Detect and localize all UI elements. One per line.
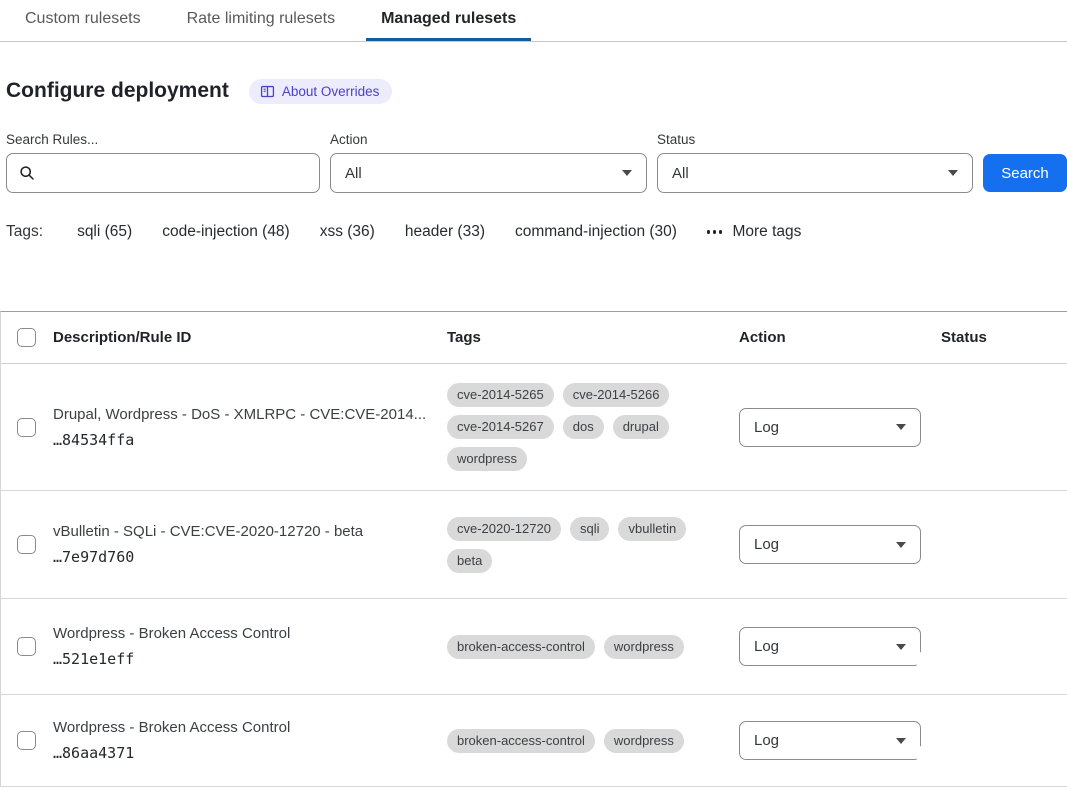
table-row: vBulletin - SQLi - CVE:CVE-2020-12720 - … [1,491,1067,599]
chevron-down-icon [622,170,632,176]
rule-id: …521e1eff [53,650,447,668]
action-select-value: Log [754,536,779,553]
tag-filter-code-injection[interactable]: code-injection (48) [162,223,290,241]
check-icon [948,734,961,747]
search-input[interactable] [44,154,319,192]
row-checkbox[interactable] [17,418,36,437]
toggle-knob [916,650,938,672]
action-filter-value: All [345,165,362,182]
search-icon [19,165,35,181]
row-checkbox[interactable] [17,535,36,554]
tab-bar: Custom rulesets Rate limiting rulesets M… [0,0,1067,42]
page-title: Configure deployment [6,78,229,104]
action-filter-select[interactable]: All [330,153,647,193]
toggle-knob [916,744,938,766]
tag-filter-xss[interactable]: xss (36) [320,223,375,241]
tags-bar-label: Tags: [6,223,43,241]
table-body: Drupal, Wordpress - DoS - XMLRPC - CVE:C… [1,364,1067,787]
about-overrides-link[interactable]: About Overrides [249,79,393,104]
action-select[interactable]: Log [739,721,921,760]
rule-description: Wordpress - Broken Access Control [53,719,447,736]
select-all-checkbox[interactable] [17,328,36,347]
tag-filter-command-injection[interactable]: command-injection (30) [515,223,677,241]
row-checkbox[interactable] [17,637,36,656]
table-row: Drupal, Wordpress - DoS - XMLRPC - CVE:C… [1,364,1067,491]
tag-filter-sqli[interactable]: sqli (65) [77,223,132,241]
table-row: Wordpress - Broken Access Control …86aa4… [1,695,1067,787]
chevron-down-icon [896,738,906,744]
tag-pills: broken-access-control wordpress [447,729,739,753]
rule-id: …86aa4371 [53,744,447,762]
search-button[interactable]: Search [983,154,1067,192]
status-filter-select[interactable]: All [657,153,973,193]
action-select[interactable]: Log [739,525,921,564]
tag-pill: dos [563,415,604,439]
action-select[interactable]: Log [739,408,921,447]
rule-description: Wordpress - Broken Access Control [53,625,447,642]
x-icon [921,421,934,434]
tag-pill: wordpress [447,447,527,471]
column-header-tags: Tags [447,329,739,346]
status-filter-value: All [672,165,689,182]
action-select[interactable]: Log [739,627,921,666]
toggle-knob [944,430,966,452]
tag-pills: broken-access-control wordpress [447,635,739,659]
rule-id: …7e97d760 [53,548,447,566]
more-tags-label: More tags [732,223,801,241]
book-open-icon [260,84,275,99]
action-select-value: Log [754,638,779,655]
tab-custom-rulesets[interactable]: Custom rulesets [10,0,156,41]
tag-pill: broken-access-control [447,635,595,659]
chevron-down-icon [896,424,906,430]
action-select-value: Log [754,732,779,749]
tag-pill: wordpress [604,635,684,659]
rule-id: …84534ffa [53,431,447,449]
status-filter-label: Status [657,132,973,147]
search-input-box [6,153,320,193]
tag-pill: wordpress [604,729,684,753]
action-select-value: Log [754,419,779,436]
tag-filter-header[interactable]: header (33) [405,223,485,241]
table-header: Description/Rule ID Tags Action Status [1,312,1067,364]
table-row: Wordpress - Broken Access Control …521e1… [1,599,1067,695]
about-overrides-label: About Overrides [282,84,380,99]
chevron-down-icon [948,170,958,176]
tag-pill: cve-2014-5265 [447,383,554,407]
tab-managed-rulesets[interactable]: Managed rulesets [366,0,531,41]
rule-description: vBulletin - SQLi - CVE:CVE-2020-12720 - … [53,523,447,540]
chevron-down-icon [896,644,906,650]
column-header-description: Description/Rule ID [53,329,447,346]
tag-pill: cve-2014-5266 [563,383,670,407]
tab-rate-limiting-rulesets[interactable]: Rate limiting rulesets [172,0,351,41]
tag-pill: beta [447,549,492,573]
row-checkbox[interactable] [17,731,36,750]
tag-pill: sqli [570,517,610,541]
search-rules-label: Search Rules... [6,132,320,147]
chevron-down-icon [896,542,906,548]
more-tags-button[interactable]: More tags [707,223,801,241]
rule-description: Drupal, Wordpress - DoS - XMLRPC - CVE:C… [53,406,447,423]
tag-pill: cve-2014-5267 [447,415,554,439]
tag-pill: broken-access-control [447,729,595,753]
tag-pills: cve-2014-5265 cve-2014-5266 cve-2014-5267 d… [447,383,739,471]
action-filter-label: Action [330,132,647,147]
check-icon [948,640,961,653]
tag-pill: vbulletin [618,517,686,541]
tag-pill: drupal [613,415,669,439]
x-icon [921,538,934,551]
ellipsis-icon [707,230,723,234]
toggle-knob [944,548,966,570]
rules-table: Description/Rule ID Tags Action Status D… [0,311,1067,787]
column-header-action: Action [739,329,941,346]
column-header-status: Status [941,329,1067,346]
tag-pill: cve-2020-12720 [447,517,561,541]
tag-pills: cve-2020-12720 sqli vbulletin beta [447,517,739,573]
